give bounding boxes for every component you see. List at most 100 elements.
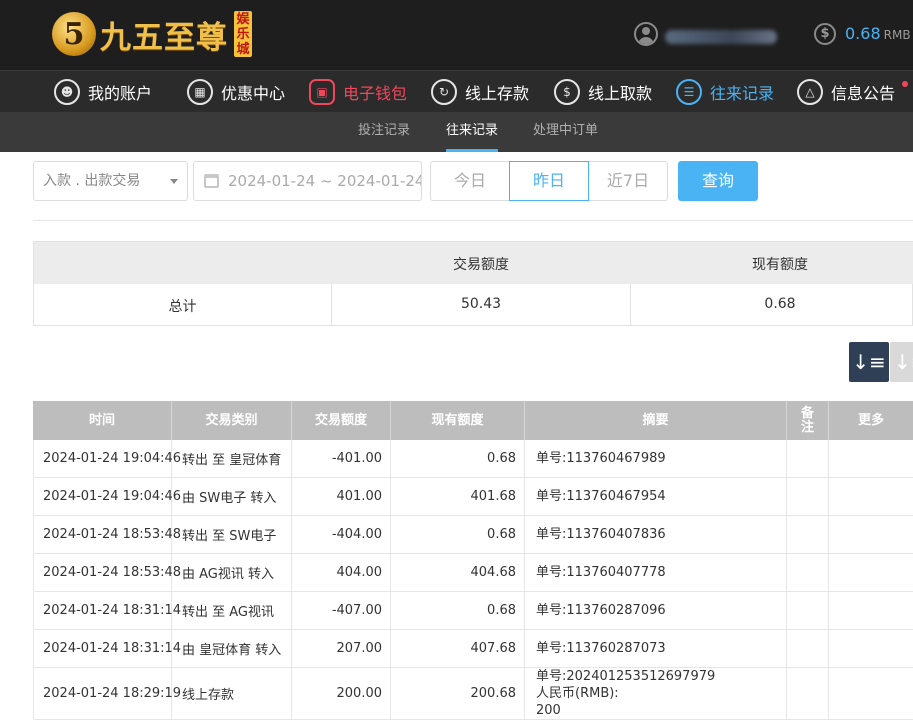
cell-time: 2024-01-24 18:29:19 [33, 668, 181, 719]
cell-note [787, 668, 829, 719]
summary-col-amount: 交易额度 [453, 257, 509, 273]
nav-label: 线上存款 [465, 84, 530, 103]
memo-lines: 单号:202401253512697979 人民币(RMB): 200 [536, 668, 715, 719]
col-memo: 摘要 [525, 401, 787, 440]
nav-label: 信息公告 [831, 84, 896, 103]
nav-item-withdraw[interactable]: $ 线上取款 [554, 71, 652, 113]
sub-tabs: 投注记录 往来记录 处理中订单 [0, 112, 913, 152]
cell-amount: -401.00 [292, 440, 391, 477]
main-nav: ☻ 我的账户 ▦ 优惠中心 ▣ 电子钱包 ↻ 线上存款 $ 线上取款 ☰ 往来记录 △ 信息公… [0, 70, 913, 112]
table-row: 2024-01-24 18:53:48 由 AG视讯 转入 404.00 404.68… [33, 554, 913, 592]
cell-note [787, 630, 829, 667]
cell-balance: 0.68 [391, 592, 525, 629]
balance-value: 0.68 [845, 24, 881, 43]
summary-table: 交易额度 现有额度 总计 50.43 0.68 [33, 241, 913, 326]
cell-more [829, 554, 913, 591]
cell-memo: 单号:202401253512697979 人民币(RMB): 200 [525, 668, 787, 719]
yesterday-button[interactable]: 昨日 [509, 161, 589, 201]
cell-more [829, 668, 913, 719]
cell-type: 转出 至 SW电子 [172, 516, 292, 553]
date-range-value: 2024-01-24 ~ 2024-01-24 [228, 172, 422, 190]
wallet-icon: ▣ [309, 79, 335, 105]
cell-memo: 单号:113760467954 [525, 478, 787, 515]
cell-time: 2024-01-24 18:53:48 [33, 554, 181, 591]
cell-type: 由 AG视讯 转入 [172, 554, 292, 591]
cell-amount: 404.00 [292, 554, 391, 591]
nav-item-promotions[interactable]: ▦ 优惠中心 [187, 71, 285, 113]
logo-text: 九五至尊 [100, 19, 228, 56]
records-icon: ☰ [676, 79, 702, 105]
summary-total-label: 总计 [168, 299, 197, 315]
memo-line: 人民币(RMB): [536, 686, 619, 701]
deposit-icon: ↻ [431, 79, 457, 105]
cell-memo: 单号:113760287073 [525, 630, 787, 667]
nav-item-records[interactable]: ☰ 往来记录 [676, 71, 774, 113]
nav-item-notices[interactable]: △ 信息公告 [797, 71, 895, 113]
logo-badge-icon: 5 [52, 12, 96, 56]
table-row: 2024-01-24 18:31:14 由 皇冠体育 转入 207.00 407.68… [33, 630, 913, 668]
user-icon: ☻ [54, 79, 80, 105]
cell-more [829, 440, 913, 477]
caret-down-icon [170, 179, 178, 184]
cell-type: 由 SW电子 转入 [172, 478, 292, 515]
cell-amount: -404.00 [292, 516, 391, 553]
table-row: 2024-01-24 18:31:14 转出 至 AG视讯 -407.00 0.68 单… [33, 592, 913, 630]
cell-type: 转出 至 AG视讯 [172, 592, 292, 629]
user-avatar-icon[interactable] [634, 22, 658, 46]
col-type: 交易类别 [172, 401, 292, 440]
table-row: 2024-01-24 18:53:48 转出 至 SW电子 -404.00 0.68 单… [33, 516, 913, 554]
cell-more [829, 592, 913, 629]
cell-memo: 单号:113760287096 [525, 592, 787, 629]
transaction-type-select[interactable]: 入款 . 出款交易 [33, 161, 188, 201]
cell-balance: 404.68 [391, 554, 525, 591]
col-time: 时间 [33, 401, 172, 440]
nav-label: 优惠中心 [221, 84, 286, 103]
cell-note [787, 592, 829, 629]
cell-note [787, 554, 829, 591]
cell-time: 2024-01-24 18:31:14 [33, 592, 181, 629]
nav-item-deposit[interactable]: ↻ 线上存款 [431, 71, 529, 113]
table-header: 时间 交易类别 交易额度 现有额度 摘要 备注 更多 [33, 401, 913, 440]
cell-note [787, 516, 829, 553]
cell-balance: 0.68 [391, 516, 525, 553]
col-balance: 现有额度 [391, 401, 525, 440]
summary-total-balance: 0.68 [764, 296, 796, 312]
dollar-coin-icon: $ [814, 23, 836, 45]
col-amount: 交易额度 [292, 401, 391, 440]
balance-unit: RMB [883, 28, 911, 42]
logo-tag: 娱乐城 [234, 11, 252, 57]
account-balance: 0.68 RMB [845, 24, 911, 43]
cell-note [787, 440, 829, 477]
tab-bet-records[interactable]: 投注记录 [358, 112, 410, 152]
nav-label: 往来记录 [710, 84, 775, 103]
cell-balance: 200.68 [391, 668, 525, 719]
nav-item-account[interactable]: ☻ 我的账户 [54, 71, 152, 113]
username-redacted [665, 30, 777, 44]
site-logo[interactable]: 5 九五至尊 娱乐城 [52, 8, 252, 60]
cell-time: 2024-01-24 19:04:46 [33, 440, 181, 477]
nav-item-wallet[interactable]: ▣ 电子钱包 [309, 71, 407, 113]
last-7-days-button[interactable]: 近7日 [588, 161, 668, 201]
withdraw-icon: $ [554, 79, 580, 105]
tab-transaction-records[interactable]: 往来记录 [446, 112, 499, 152]
cell-more [829, 630, 913, 667]
cell-more [829, 478, 913, 515]
sort-descending-icon[interactable]: ↓≡ [849, 342, 889, 382]
cell-balance: 407.68 [391, 630, 525, 667]
table-row: 2024-01-24 19:04:46 由 SW电子 转入 401.00 401.68… [33, 478, 913, 516]
divider [33, 220, 913, 221]
cell-time: 2024-01-24 19:04:46 [33, 478, 181, 515]
nav-label: 线上取款 [588, 84, 653, 103]
cell-type: 由 皇冠体育 转入 [172, 630, 292, 667]
today-button[interactable]: 今日 [430, 161, 510, 201]
bell-icon: △ [797, 79, 823, 105]
memo-line: 200 [536, 703, 561, 718]
tab-pending-orders[interactable]: 处理中订单 [533, 112, 598, 152]
gift-icon: ▦ [187, 79, 213, 105]
cell-note [787, 478, 829, 515]
cell-amount: -407.00 [292, 592, 391, 629]
sort-ascending-icon[interactable]: ↓≡ [890, 342, 913, 382]
date-range-input[interactable]: 2024-01-24 ~ 2024-01-24 [193, 161, 422, 201]
query-button[interactable]: 查询 [678, 161, 758, 201]
cell-more [829, 516, 913, 553]
